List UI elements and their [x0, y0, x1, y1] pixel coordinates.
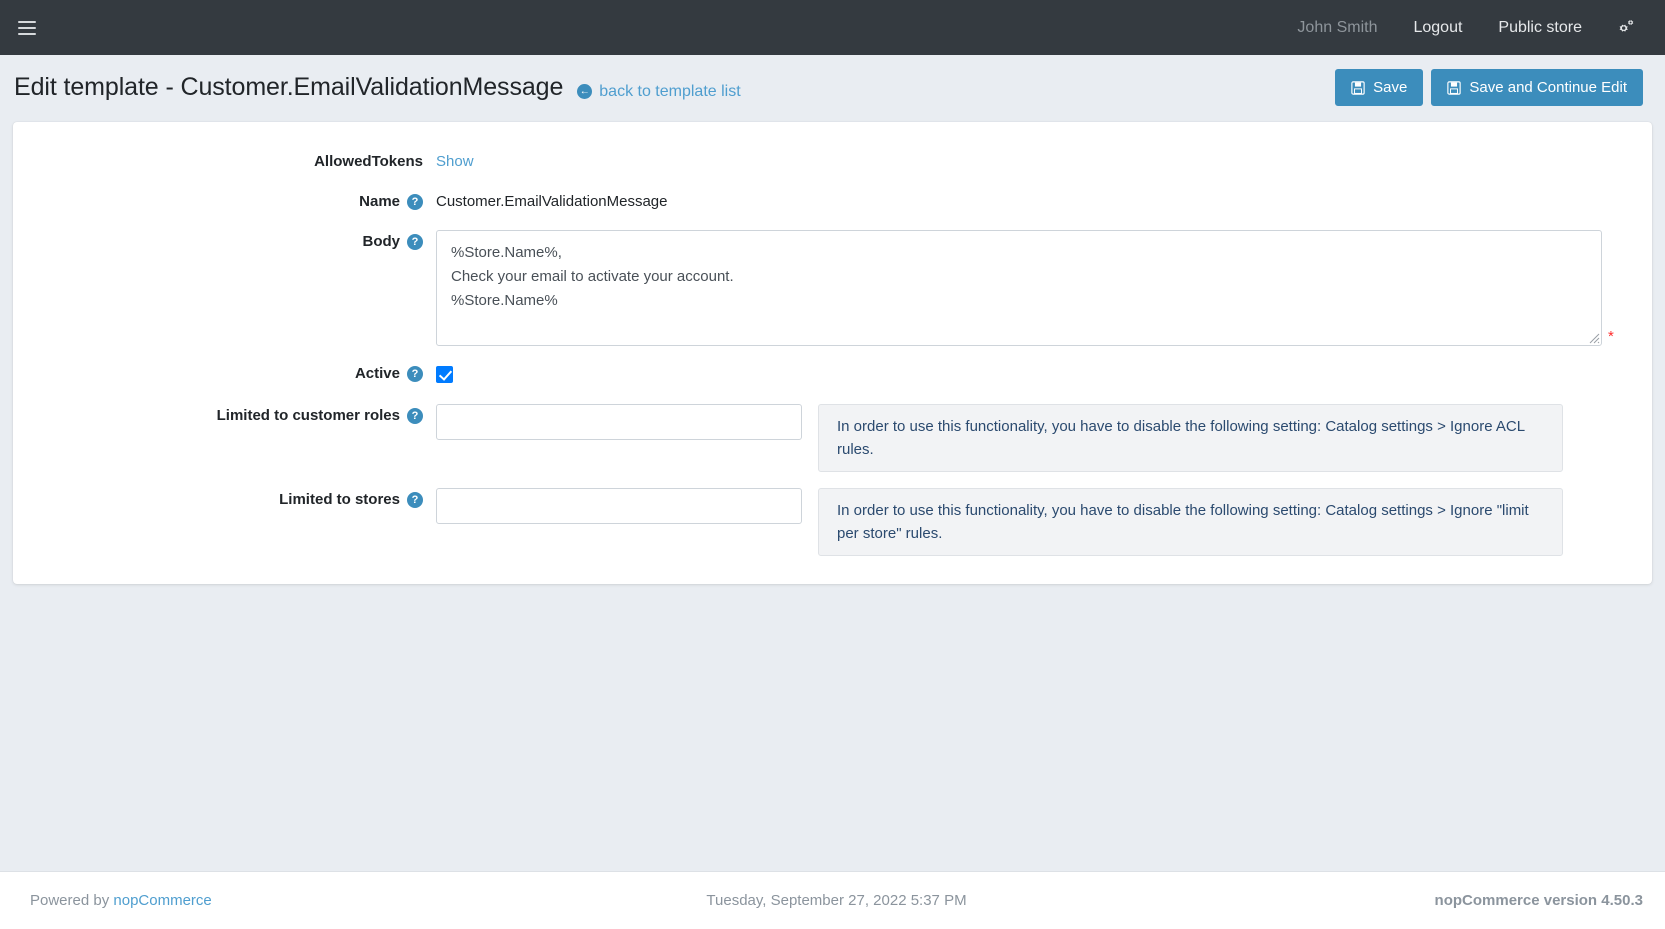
logout-link[interactable]: Logout — [1395, 19, 1480, 37]
limited-to-stores-row: In order to use this functionality, you … — [436, 488, 1652, 556]
public-store-link[interactable]: Public store — [1480, 19, 1600, 37]
body-box-wrapper: %Store.Name%, Check your email to activa… — [436, 230, 1652, 346]
limited-to-customer-roles-label: Limited to customer roles — [216, 407, 400, 424]
body-textarea-value: %Store.Name%, Check your email to activa… — [451, 244, 734, 309]
active-label-group: Active ? — [13, 358, 423, 382]
question-circle-icon[interactable]: ? — [407, 407, 423, 424]
save-and-continue-button-label: Save and Continue Edit — [1469, 79, 1627, 96]
navbar-right: John Smith Logout Public store — [1279, 19, 1645, 37]
customer-roles-select[interactable] — [436, 404, 802, 440]
navbar-left — [14, 15, 40, 41]
nopcommerce-link[interactable]: nopCommerce — [113, 892, 211, 909]
name-label: Name — [359, 193, 400, 210]
form-row-body: Body ? %Store.Name%, Check your email to… — [13, 220, 1652, 352]
floppy-disk-icon — [1447, 80, 1462, 95]
body-field: %Store.Name%, Check your email to activa… — [423, 226, 1652, 346]
page-header-actions: Save Save and Continue Edit — [1335, 69, 1643, 106]
allowed-tokens-label: AllowedTokens — [314, 153, 423, 170]
top-navbar: John Smith Logout Public store — [0, 0, 1665, 55]
limited-to-customer-roles-field: In order to use this functionality, you … — [423, 400, 1652, 472]
gears-icon[interactable] — [1600, 19, 1645, 36]
footer-powered-by: Powered by nopCommerce — [30, 892, 562, 909]
floppy-disk-icon — [1351, 80, 1365, 95]
page-footer: Powered by nopCommerce Tuesday, Septembe… — [0, 871, 1665, 929]
allowed-tokens-field: Show — [423, 146, 1652, 174]
footer-version: nopCommerce version 4.50.3 — [1434, 892, 1643, 909]
name-field: Customer.EmailValidationMessage — [423, 186, 1652, 214]
form-row-limited-to-stores: Limited to stores ? In order to use this… — [13, 478, 1652, 562]
question-circle-icon[interactable]: ? — [407, 193, 423, 210]
resize-handle-icon — [1589, 333, 1600, 344]
limited-to-stores-label: Limited to stores — [279, 491, 400, 508]
footer-powered-by-prefix: Powered by — [30, 892, 114, 909]
show-allowed-tokens-link[interactable]: Show — [436, 153, 474, 170]
limited-to-customer-roles-row: In order to use this functionality, you … — [436, 404, 1652, 472]
limited-to-stores-label-group: Limited to stores ? — [13, 484, 423, 508]
question-circle-icon[interactable]: ? — [407, 233, 423, 250]
name-value: Customer.EmailValidationMessage — [436, 193, 668, 210]
limited-to-stores-field: In order to use this functionality, you … — [423, 484, 1652, 556]
required-asterisk: * — [1608, 328, 1614, 345]
page-header-left: Edit template - Customer.EmailValidation… — [14, 73, 741, 102]
footer-datetime: Tuesday, September 27, 2022 5:37 PM — [706, 892, 967, 909]
customer-roles-alert: In order to use this functionality, you … — [818, 404, 1563, 472]
hamburger-bar — [18, 26, 36, 29]
limited-to-customer-roles-label-group: Limited to customer roles ? — [13, 400, 423, 424]
active-checkbox[interactable] — [436, 366, 453, 383]
question-circle-icon[interactable]: ? — [407, 491, 423, 508]
stores-select[interactable] — [436, 488, 802, 524]
navbar-user-name: John Smith — [1297, 18, 1378, 36]
active-field — [423, 358, 1652, 388]
form-row-name: Name ? Customer.EmailValidationMessage — [13, 180, 1652, 220]
template-edit-card: AllowedTokens Show Name ? Customer.Email… — [13, 122, 1652, 584]
active-label: Active — [354, 365, 400, 382]
save-button-label: Save — [1373, 79, 1408, 96]
form-row-limited-to-customer-roles: Limited to customer roles ? In order to … — [13, 394, 1652, 478]
body-label-group: Body ? — [13, 226, 423, 250]
question-circle-icon[interactable]: ? — [407, 365, 423, 382]
back-to-template-list-link[interactable]: ← back to template list — [577, 82, 741, 101]
page-title: Edit template - Customer.EmailValidation… — [14, 73, 564, 101]
body-textarea[interactable]: %Store.Name%, Check your email to activa… — [436, 230, 1602, 346]
stores-alert: In order to use this functionality, you … — [818, 488, 1563, 556]
name-label-group: Name ? — [13, 186, 423, 210]
hamburger-icon[interactable] — [14, 15, 40, 41]
save-and-continue-edit-button[interactable]: Save and Continue Edit — [1431, 69, 1643, 106]
hamburger-bar — [18, 32, 36, 35]
hamburger-bar — [18, 20, 36, 23]
form-row-allowed-tokens: AllowedTokens Show — [13, 140, 1652, 180]
body-label: Body — [362, 233, 401, 250]
page-header: Edit template - Customer.EmailValidation… — [0, 55, 1665, 122]
save-button[interactable]: Save — [1335, 69, 1424, 106]
form-row-active: Active ? — [13, 352, 1652, 394]
card-wrapper: AllowedTokens Show Name ? Customer.Email… — [0, 122, 1665, 584]
back-link-label: back to template list — [599, 82, 741, 100]
arrow-left-circle-icon: ← — [577, 84, 593, 99]
